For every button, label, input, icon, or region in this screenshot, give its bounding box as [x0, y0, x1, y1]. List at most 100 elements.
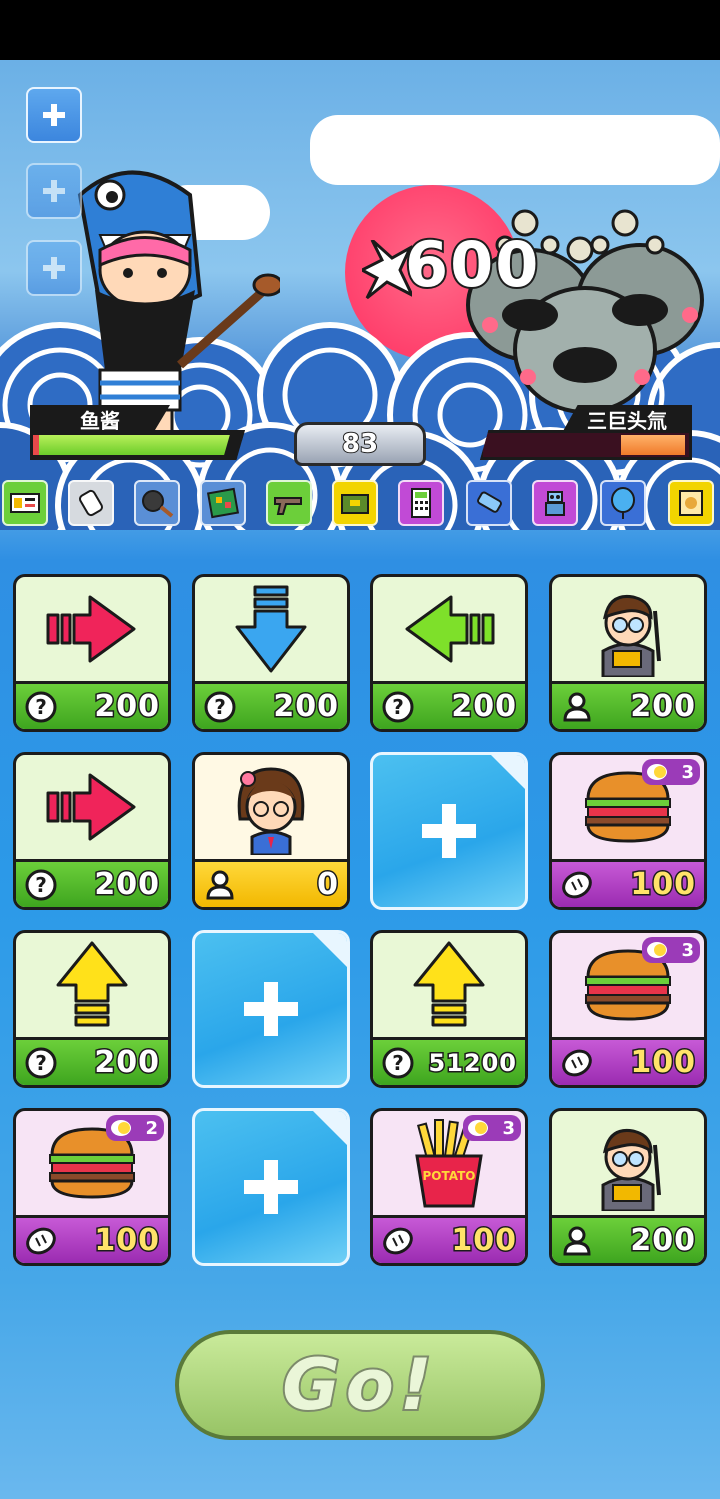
- shop-card[interactable]: 2 100: [13, 1108, 171, 1266]
- card-price-bar: 200: [552, 681, 704, 729]
- slot-corner: [313, 1111, 347, 1145]
- stock-count: 3: [502, 1117, 515, 1139]
- question-icon: ?: [382, 691, 414, 722]
- slot-corner: [491, 755, 525, 789]
- add-slot-button[interactable]: [26, 163, 82, 219]
- arrow-right-icon: [46, 773, 136, 841]
- person-icon: [563, 692, 591, 721]
- enemy-hp-fill: [621, 435, 685, 455]
- robot-icon[interactable]: [532, 480, 578, 526]
- battle-scene: 600 鱼酱 83 三巨头氚: [0, 60, 720, 530]
- card-price-bar: 100: [552, 859, 704, 907]
- card-price: 100: [450, 1222, 518, 1260]
- card-price: 100: [93, 1222, 161, 1260]
- person-icon: [563, 1226, 591, 1255]
- pan-icon[interactable]: [134, 480, 180, 526]
- card-art: [16, 577, 168, 681]
- card-price-bar: ? 200: [16, 1037, 168, 1085]
- gun-icon[interactable]: [266, 480, 312, 526]
- shop-card[interactable]: ? 200: [13, 752, 171, 910]
- shop-card[interactable]: ? 200: [370, 574, 528, 732]
- card-art: [552, 1111, 704, 1215]
- ticket-icon[interactable]: [2, 480, 48, 526]
- arrow-up-icon: [56, 941, 128, 1027]
- stock-badge: 2: [106, 1115, 164, 1141]
- bread-icon: [26, 1227, 56, 1254]
- question-icon: ?: [25, 691, 57, 722]
- card-art: [195, 577, 347, 681]
- empty-card-slot[interactable]: [370, 752, 528, 910]
- empty-card-slot[interactable]: [192, 1108, 350, 1266]
- plus-icon: [244, 982, 298, 1036]
- cloud: [310, 115, 720, 185]
- card-price: 200: [93, 866, 161, 904]
- balloon-icon[interactable]: [600, 480, 646, 526]
- battery-icon[interactable]: [466, 480, 512, 526]
- pill-icon: [468, 1120, 488, 1136]
- player-hp-fill: [39, 435, 230, 455]
- card-price: 200: [93, 688, 161, 726]
- stock-count: 3: [681, 939, 694, 961]
- svg-text:?: ?: [392, 695, 404, 719]
- go-button[interactable]: Go!: [175, 1330, 545, 1440]
- cylinder-icon[interactable]: [68, 480, 114, 526]
- card-price: 100: [629, 1044, 697, 1082]
- shop-card[interactable]: ? 200: [192, 574, 350, 732]
- girl-icon: [237, 767, 305, 855]
- player-hp-bar: [30, 430, 245, 460]
- shop-card[interactable]: POTATO 3 100: [370, 1108, 528, 1266]
- card-price-bar: 100: [373, 1215, 525, 1263]
- shop-card[interactable]: 3 100: [549, 752, 707, 910]
- shop-card[interactable]: ? 200: [13, 930, 171, 1088]
- card-price: 100: [629, 866, 697, 904]
- card-price-bar: ? 200: [195, 681, 347, 729]
- shop-card[interactable]: 200: [549, 1108, 707, 1266]
- svg-text:?: ?: [35, 1051, 47, 1075]
- stock-count: 3: [681, 761, 694, 783]
- stock-badge: 3: [642, 937, 700, 963]
- empty-card-slot[interactable]: [192, 930, 350, 1088]
- circuit-board-icon[interactable]: [200, 480, 246, 526]
- shop-card[interactable]: ? 51200: [370, 930, 528, 1088]
- add-slot-button[interactable]: [26, 87, 82, 143]
- shop-card[interactable]: 0: [192, 752, 350, 910]
- card-price-bar: 0: [195, 859, 347, 907]
- card-price-bar: 100: [552, 1037, 704, 1085]
- pill-icon: [647, 764, 667, 780]
- card-price-bar: ? 200: [373, 681, 525, 729]
- bread-icon: [562, 871, 592, 898]
- shop-card[interactable]: 200: [549, 574, 707, 732]
- svg-text:?: ?: [35, 695, 47, 719]
- shop-card[interactable]: ? 200: [13, 574, 171, 732]
- teacher-icon: [601, 594, 661, 677]
- card-price-bar: 100: [16, 1215, 168, 1263]
- add-slot-button[interactable]: [26, 240, 82, 296]
- plus-icon: [43, 104, 65, 126]
- enemy-name: 三巨头氚: [562, 405, 692, 433]
- card-price: 200: [450, 688, 518, 726]
- shop-card[interactable]: 3 100: [549, 930, 707, 1088]
- question-icon: ?: [25, 1047, 57, 1078]
- card-art: [373, 577, 525, 681]
- arrow-right-icon: [46, 595, 136, 663]
- status-bar: [0, 0, 720, 60]
- game-screen: 600 鱼酱 83 三巨头氚 ? 200 ? 200 ? 200 200 ? 2…: [0, 0, 720, 1499]
- bread-icon: [383, 1227, 413, 1254]
- bread-icon: [562, 1049, 592, 1076]
- svg-text:?: ?: [35, 873, 47, 897]
- stock-badge: 3: [642, 759, 700, 785]
- scroll-icon[interactable]: [668, 480, 714, 526]
- plus-icon: [43, 257, 65, 279]
- calculator-icon[interactable]: [398, 480, 444, 526]
- card-art: [195, 755, 347, 859]
- svg-text:?: ?: [214, 695, 226, 719]
- enemy-hp-bar: [480, 430, 692, 460]
- question-icon: ?: [382, 1047, 414, 1078]
- turn-counter: 83: [294, 422, 426, 466]
- card-art: [373, 933, 525, 1037]
- card-price: 51200: [427, 1047, 518, 1078]
- player-name: 鱼酱: [30, 405, 170, 433]
- card-price-bar: ? 200: [16, 681, 168, 729]
- ammo-box-icon[interactable]: [332, 480, 378, 526]
- arrow-down-icon: [235, 585, 307, 673]
